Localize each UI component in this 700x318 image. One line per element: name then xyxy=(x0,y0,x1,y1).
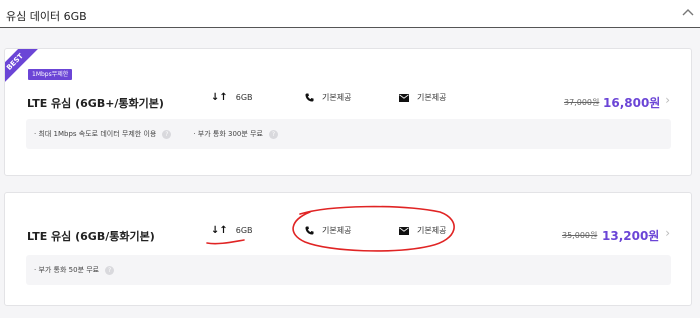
phone-icon xyxy=(305,226,314,235)
sale-price: 13,200원 xyxy=(602,229,660,243)
original-price: 37,000원 xyxy=(564,98,600,107)
mail-icon xyxy=(399,93,409,102)
info-item: · 부가 통화 50분 무료 ? xyxy=(34,265,115,275)
message-value: 기본제공 xyxy=(417,93,447,102)
plan-card[interactable]: LTE 유심 (6GB/통화기본) ↓↑ 6GB 기본제공 기본제공 35,00… xyxy=(4,192,692,306)
plan-info-box: · 최대 1Mbps 속도로 데이터 무제한 이용 ? · 부가 통화 300분… xyxy=(26,119,671,149)
call-feature: 기본제공 xyxy=(305,225,351,236)
info-item: · 최대 1Mbps 속도로 데이터 무제한 이용 ? xyxy=(34,129,172,139)
help-icon[interactable]: ? xyxy=(268,129,278,139)
message-feature: 기본제공 xyxy=(399,225,446,236)
call-value: 기본제공 xyxy=(322,93,352,102)
help-icon[interactable]: ? xyxy=(162,129,172,139)
message-feature: 기본제공 xyxy=(399,92,446,103)
plan-card[interactable]: BEST 1Mbps무제한 LTE 유심 (6GB+/통화기본) ↓↑ 6GB … xyxy=(4,48,692,176)
info-item: · 부가 통화 300분 무료 ? xyxy=(193,129,278,139)
call-value: 기본제공 xyxy=(322,226,352,235)
chevron-right-icon[interactable]: › xyxy=(665,226,670,240)
sale-price: 16,800원 xyxy=(603,96,661,110)
original-price: 35,000원 xyxy=(562,231,598,240)
chevron-right-icon[interactable]: › xyxy=(665,93,670,107)
updown-arrows-icon: ↓↑ xyxy=(211,92,228,103)
chevron-up-icon[interactable] xyxy=(682,8,694,18)
plan-name: LTE 유심 (6GB+/통화기본) xyxy=(27,97,164,110)
section-header[interactable]: 유심 데이터 6GB xyxy=(0,0,700,28)
phone-icon xyxy=(305,93,314,102)
data-feature: ↓↑ 6GB xyxy=(211,92,253,103)
data-feature: ↓↑ 6GB xyxy=(211,225,253,236)
help-icon[interactable]: ? xyxy=(105,265,115,275)
data-amount: 6GB xyxy=(235,226,253,235)
plan-name: LTE 유심 (6GB/통화기본) xyxy=(27,230,155,243)
header-divider xyxy=(0,27,700,28)
data-amount: 6GB xyxy=(235,93,253,102)
call-feature: 기본제공 xyxy=(305,92,351,103)
promo-badge: 1Mbps무제한 xyxy=(28,69,73,80)
mail-icon xyxy=(399,226,409,235)
updown-arrows-icon: ↓↑ xyxy=(211,225,228,236)
plan-info-box: · 부가 통화 50분 무료 ? xyxy=(26,255,671,285)
section-title: 유심 데이터 6GB xyxy=(6,10,87,23)
message-value: 기본제공 xyxy=(417,226,447,235)
